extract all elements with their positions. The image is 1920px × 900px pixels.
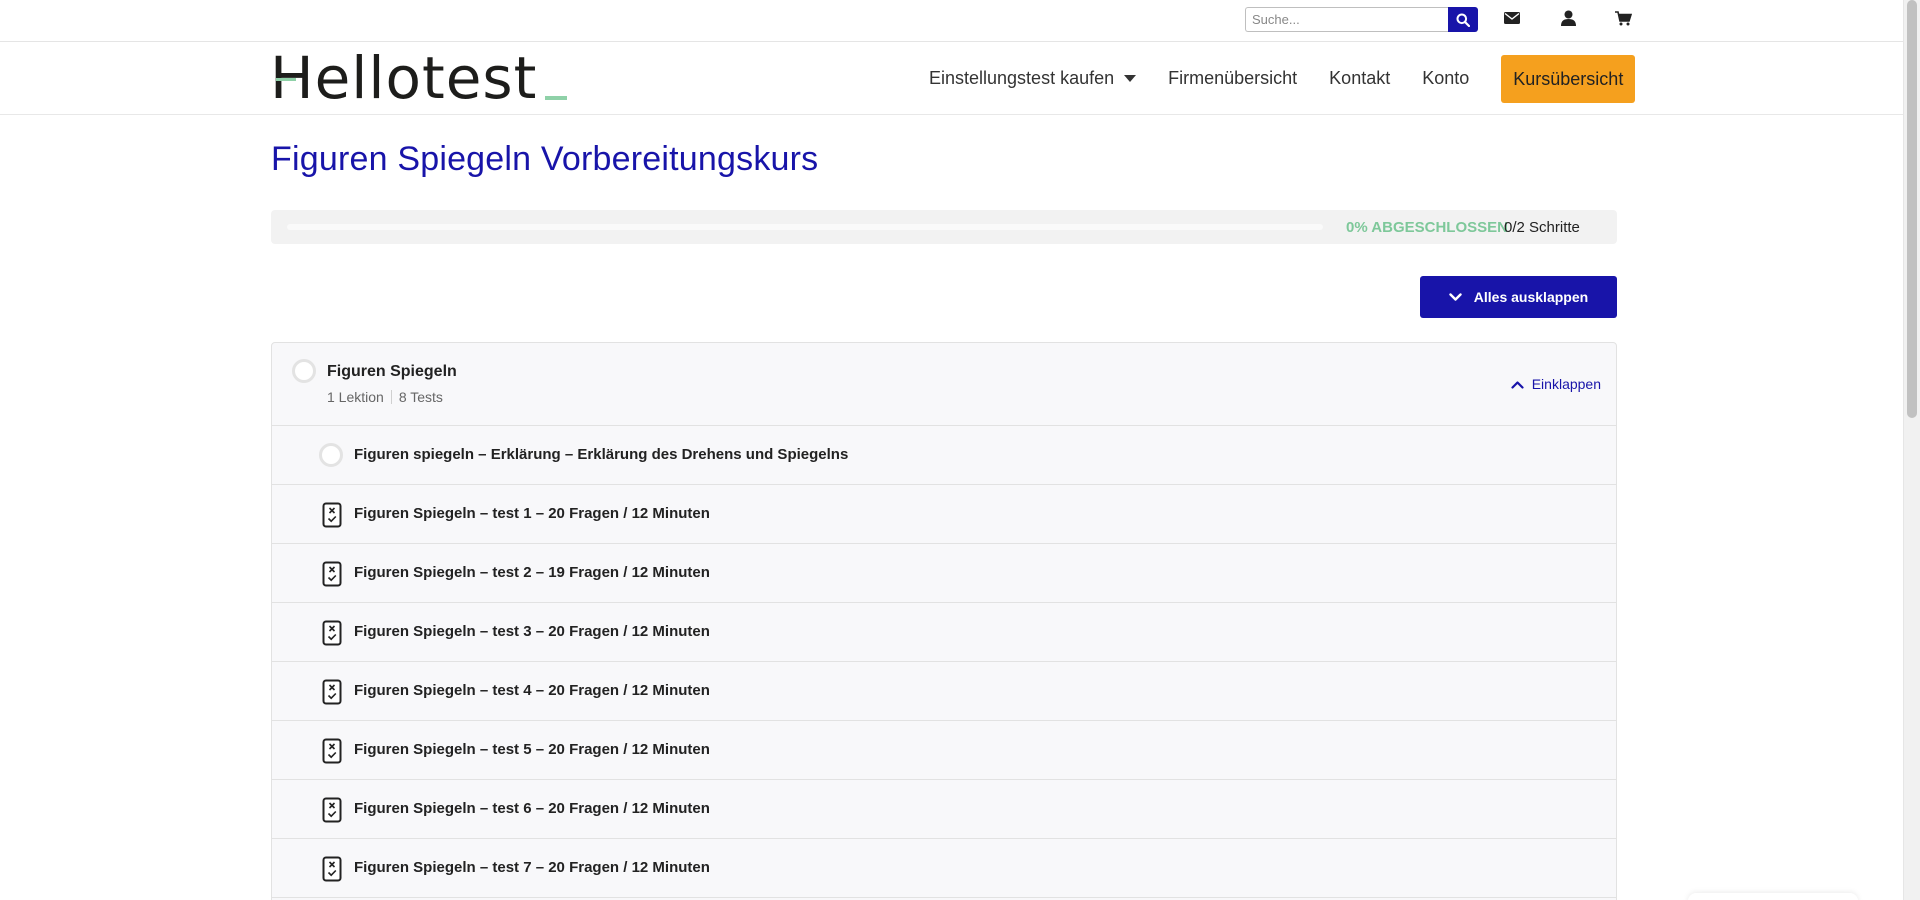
logo-accent-mark <box>276 78 296 81</box>
section-status-circle <box>292 359 316 383</box>
quiz-title: Figuren Spiegeln – test 1 – 20 Fragen / … <box>354 505 710 522</box>
section-meta: 1 Lektion 8 Tests <box>327 389 443 405</box>
quiz-title: Figuren Spiegeln – test 6 – 20 Fragen / … <box>354 800 710 817</box>
nav-kursuebersicht-button[interactable]: Kursübersicht <box>1501 54 1636 103</box>
nav-item-label: Firmenübersicht <box>1168 68 1298 88</box>
site-logo[interactable]: Hellotest <box>270 44 568 112</box>
chevron-up-icon <box>1511 380 1524 389</box>
nav-firmenuebersicht[interactable]: Firmenübersicht <box>1168 68 1297 89</box>
page-title: Figuren Spiegeln Vorbereitungskurs <box>271 140 819 178</box>
logo-text: Hellotest <box>270 44 538 112</box>
logo-underscore <box>545 96 568 100</box>
collapse-section-button[interactable]: Einklappen <box>1511 376 1601 392</box>
quiz-icon <box>322 561 342 587</box>
envelope-button[interactable] <box>1501 7 1523 29</box>
search-button[interactable] <box>1448 7 1478 32</box>
main-nav: Einstellungstest kaufen Firmenübersicht … <box>929 42 1636 115</box>
scrollbar-thumb[interactable] <box>1907 0 1917 418</box>
course-progress: 0% ABGESCHLOSSEN 0/2 Schritte <box>271 210 1617 244</box>
search-form <box>1245 7 1478 32</box>
nav-item-label: Kontakt <box>1329 68 1391 88</box>
quiz-title: Figuren Spiegeln – test 2 – 19 Fragen / … <box>354 564 710 581</box>
progress-bar <box>287 224 1323 230</box>
nav-kontakt[interactable]: Kontakt <box>1329 68 1390 89</box>
account-button[interactable] <box>1557 7 1579 29</box>
quiz-row[interactable]: Figuren Spiegeln – test 5 – 20 Fragen / … <box>272 721 1616 780</box>
section-header[interactable]: Figuren Spiegeln 1 Lektion 8 Tests Einkl… <box>272 343 1616 426</box>
user-icon <box>1560 10 1576 26</box>
search-icon <box>1456 13 1470 27</box>
main-header: Hellotest Einstellungstest kaufen Firmen… <box>0 42 1903 115</box>
quiz-row[interactable]: Figuren Spiegeln – test 1 – 20 Fragen / … <box>272 485 1616 544</box>
section-test-count: 8 Tests <box>398 389 443 405</box>
quiz-icon <box>322 797 342 823</box>
nav-einstellungstest-kaufen[interactable]: Einstellungstest kaufen <box>929 68 1137 89</box>
lesson-title: Figuren spiegeln – Erklärung – Erklärung… <box>354 446 849 463</box>
lesson-row[interactable]: Figuren spiegeln – Erklärung – Erklärung… <box>272 426 1616 485</box>
quiz-row[interactable]: Figuren Spiegeln – test 2 – 19 Fragen / … <box>272 544 1616 603</box>
quiz-icon <box>322 620 342 646</box>
quiz-icon <box>322 738 342 764</box>
search-input[interactable] <box>1245 7 1448 32</box>
cart-button[interactable] <box>1612 7 1634 29</box>
expand-all-button[interactable]: Alles ausklappen <box>1420 276 1617 318</box>
quiz-title: Figuren Spiegeln – test 4 – 20 Fragen / … <box>354 682 710 699</box>
quiz-title: Figuren Spiegeln – test 5 – 20 Fragen / … <box>354 741 710 758</box>
progress-steps-label: 0/2 Schritte <box>1504 219 1580 236</box>
cart-icon <box>1614 10 1632 25</box>
nav-item-label: Konto <box>1422 68 1470 88</box>
quiz-icon <box>322 679 342 705</box>
quiz-row[interactable]: Figuren Spiegeln – test 3 – 20 Fragen / … <box>272 603 1616 662</box>
section-title: Figuren Spiegeln <box>327 363 457 380</box>
quiz-row[interactable]: Figuren Spiegeln – test 6 – 20 Fragen / … <box>272 780 1616 839</box>
quiz-title: Figuren Spiegeln – test 7 – 20 Fragen / … <box>354 859 710 876</box>
lesson-status-circle <box>319 443 343 467</box>
chevron-down-icon <box>1449 292 1462 301</box>
quiz-row[interactable]: Figuren Spiegeln – test 7 – 20 Fragen / … <box>272 839 1616 898</box>
meta-divider <box>390 390 392 404</box>
chat-widget-tab[interactable] <box>1688 893 1858 900</box>
nav-item-label: Einstellungstest kaufen <box>929 68 1115 88</box>
course-section: Figuren Spiegeln 1 Lektion 8 Tests Einkl… <box>271 342 1617 900</box>
quiz-icon <box>322 856 342 882</box>
quiz-row[interactable]: Figuren Spiegeln – test 4 – 20 Fragen / … <box>272 662 1616 721</box>
quiz-icon <box>322 502 342 528</box>
top-utility-bar <box>0 0 1903 42</box>
nav-konto[interactable]: Konto <box>1422 68 1469 89</box>
collapse-label: Einklappen <box>1531 376 1601 392</box>
section-lesson-count: 1 Lektion <box>327 389 384 405</box>
expand-all-label: Alles ausklappen <box>1473 289 1589 305</box>
page-scrollbar[interactable] <box>1903 0 1920 900</box>
envelope-icon <box>1504 12 1520 24</box>
progress-percent-label: 0% ABGESCHLOSSEN <box>1346 219 1508 236</box>
caret-down-icon <box>1124 75 1137 82</box>
quiz-title: Figuren Spiegeln – test 3 – 20 Fragen / … <box>354 623 710 640</box>
